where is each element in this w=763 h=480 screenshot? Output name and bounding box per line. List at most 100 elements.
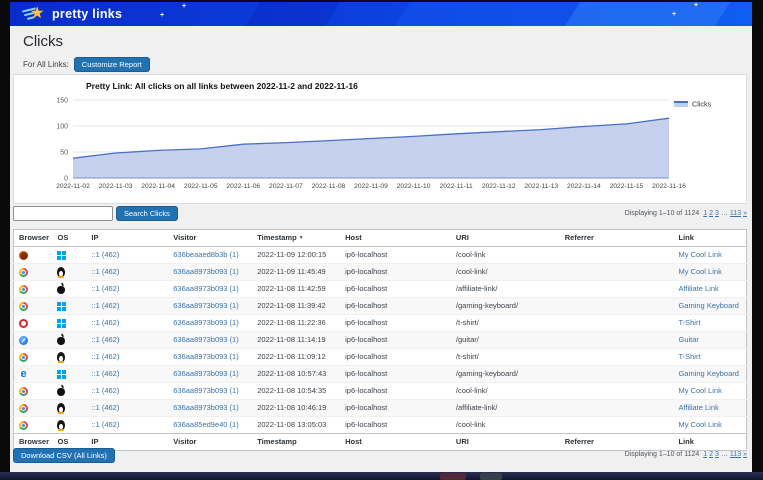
visitor-link[interactable]: 636aa8973b093 (1) [173, 301, 238, 310]
timestamp-value: 2022-11-08 11:39:42 [257, 301, 326, 310]
page-link-1[interactable]: 1 [703, 451, 707, 458]
pretty-link[interactable]: My Cool Link [678, 420, 721, 429]
download-csv-button[interactable]: Download CSV (All Links) [13, 448, 115, 463]
column-header-browser[interactable]: Browser [14, 230, 53, 247]
page-link-3[interactable]: 3 [715, 451, 719, 458]
column-header-timestamp[interactable]: Timestamp▼ [252, 230, 340, 247]
visitor-link[interactable]: 636aa8973b093 (1) [173, 284, 238, 293]
pretty-link[interactable]: My Cool Link [678, 267, 721, 276]
host-value: ip6-localhost [345, 369, 387, 378]
search-clicks-button[interactable]: Search Clicks [116, 206, 178, 221]
timestamp-value: 2022-11-08 11:22:36 [257, 318, 326, 327]
ip-link[interactable]: ::1 (462) [91, 369, 119, 378]
visitor-link[interactable]: 636aa8973b093 (1) [173, 267, 238, 276]
timestamp-value: 2022-11-09 12:00:15 [257, 250, 326, 259]
svg-text:2022-11-09: 2022-11-09 [354, 183, 388, 190]
host-value: ip6-localhost [345, 352, 387, 361]
click-row: ::1 (462) 636aa8973b093 (1) 2022-11-08 11:… [14, 349, 747, 366]
click-row: e::1 (462)636aa8973b093 (1)2022-11-08 10… [14, 366, 747, 383]
ip-link[interactable]: ::1 (462) [91, 301, 119, 310]
column-header-link[interactable]: Link [673, 230, 746, 247]
uri-value: /cool-link [456, 420, 486, 429]
page-link-2[interactable]: 2 [709, 451, 713, 458]
pagination-ellipsis: … [721, 210, 728, 217]
page-link-2[interactable]: 2 [709, 210, 713, 217]
chrome-browser-icon [19, 404, 28, 413]
svg-text:50: 50 [60, 150, 68, 157]
svg-text:Pretty Link: All clicks on all: Pretty Link: All clicks on all links bet… [86, 81, 358, 91]
svg-text:2022-11-11: 2022-11-11 [440, 183, 473, 190]
displaying-count: Displaying 1–10 of 1124 [625, 451, 700, 458]
sparkle-icon: + [694, 2, 698, 9]
ip-link[interactable]: ::1 (462) [91, 386, 119, 395]
ip-link[interactable]: ::1 (462) [91, 403, 119, 412]
footer-column-timestamp: Timestamp [252, 434, 340, 451]
ip-link[interactable]: ::1 (462) [91, 250, 119, 259]
visitor-link[interactable]: 636aa8973b093 (1) [173, 318, 238, 327]
visitor-link[interactable]: 636aa8973b093 (1) [173, 352, 238, 361]
footer-column-uri: URI [451, 434, 560, 451]
click-row: ::1 (462) 636aa8973b093 (1) 2022-11-08 10:… [14, 400, 747, 417]
column-header-host[interactable]: Host [340, 230, 451, 247]
page-link-3[interactable]: 3 [715, 210, 719, 217]
search-input[interactable] [13, 206, 113, 221]
displaying-count: Displaying 1–10 of 1124 [625, 210, 700, 217]
filter-label: For All Links: [23, 60, 69, 69]
timestamp-value: 2022-11-08 10:57:43 [257, 369, 326, 378]
ip-link[interactable]: ::1 (462) [91, 267, 119, 276]
visitor-link[interactable]: 636aa8973b093 (1) [173, 369, 238, 378]
svg-text:2022-11-02: 2022-11-02 [56, 183, 90, 190]
visitor-link[interactable]: 636aa8973b093 (1) [173, 335, 238, 344]
visitor-link[interactable]: 636aa85ed9e40 (1) [173, 420, 238, 429]
column-header-ip[interactable]: IP [86, 230, 168, 247]
customize-report-button[interactable]: Customize Report [74, 57, 150, 72]
svg-text:2022-11-08: 2022-11-08 [312, 183, 346, 190]
chrome-browser-icon [19, 268, 28, 277]
page-link-1[interactable]: 1 [703, 210, 707, 217]
pretty-link[interactable]: Gaming Keyboard [678, 369, 738, 378]
pretty-link[interactable]: T-Shirt [678, 352, 700, 361]
pretty-link[interactable]: My Cool Link [678, 386, 721, 395]
browser-viewport: + + + + ★ pretty links Clicks For All Li… [10, 0, 752, 472]
pretty-link[interactable]: T-Shirt [678, 318, 700, 327]
timestamp-value: 2022-11-08 10:46:19 [257, 403, 326, 412]
page-link-last[interactable]: 113 [730, 451, 741, 458]
pretty-link[interactable]: My Cool Link [678, 250, 721, 259]
star-icon: ★ [30, 3, 44, 23]
ip-link[interactable]: ::1 (462) [91, 284, 119, 293]
click-row: ::1 (462)636aa8973b093 (1)2022-11-08 10:… [14, 383, 747, 400]
visitor-link[interactable]: 636aa8973b093 (1) [173, 386, 238, 395]
pagination-bottom: Displaying 1–10 of 1124 123…113» [625, 451, 747, 458]
visitor-link[interactable]: 636aa8973b093 (1) [173, 403, 238, 412]
pretty-link[interactable]: Guitar [678, 335, 698, 344]
ip-link[interactable]: ::1 (462) [91, 352, 119, 361]
chrome-browser-icon [19, 285, 28, 294]
clicks-chart-panel: 0501001502022-11-022022-11-032022-11-042… [13, 74, 747, 204]
next-page-link[interactable]: » [743, 210, 747, 217]
pretty-links-banner: + + + + ★ pretty links [10, 2, 752, 26]
pretty-link[interactable]: Gaming Keyboard [678, 301, 738, 310]
linux-os-icon [57, 267, 65, 277]
ip-link[interactable]: ::1 (462) [91, 420, 119, 429]
next-page-link[interactable]: » [743, 451, 747, 458]
page-link-last[interactable]: 113 [730, 210, 741, 217]
timestamp-value: 2022-11-08 11:09:12 [257, 352, 326, 361]
firefox-browser-icon [19, 251, 28, 260]
column-header-referrer[interactable]: Referrer [560, 230, 674, 247]
column-header-os[interactable]: OS [52, 230, 86, 247]
host-value: ip6-localhost [345, 267, 387, 276]
svg-text:150: 150 [56, 98, 68, 105]
svg-text:2022-11-07: 2022-11-07 [269, 183, 303, 190]
click-row: ::1 (462) 636aa8973b093 (1) 2022-11-08 11:… [14, 298, 747, 315]
uri-value: /cool-link/ [456, 267, 488, 276]
click-row: ::1 (462) 636beaaed8b3b (1) 2022-11-09 12:… [14, 247, 747, 264]
ip-link[interactable]: ::1 (462) [91, 335, 119, 344]
column-header-uri[interactable]: URI [451, 230, 560, 247]
ip-link[interactable]: ::1 (462) [91, 318, 119, 327]
pretty-link[interactable]: Affiliate Link [678, 403, 718, 412]
footer-column-visitor: Visitor [168, 434, 252, 451]
pretty-link[interactable]: Affiliate Link [678, 284, 718, 293]
visitor-link[interactable]: 636beaaed8b3b (1) [173, 250, 238, 259]
svg-text:2022-11-04: 2022-11-04 [141, 183, 175, 190]
column-header-visitor[interactable]: Visitor [168, 230, 252, 247]
